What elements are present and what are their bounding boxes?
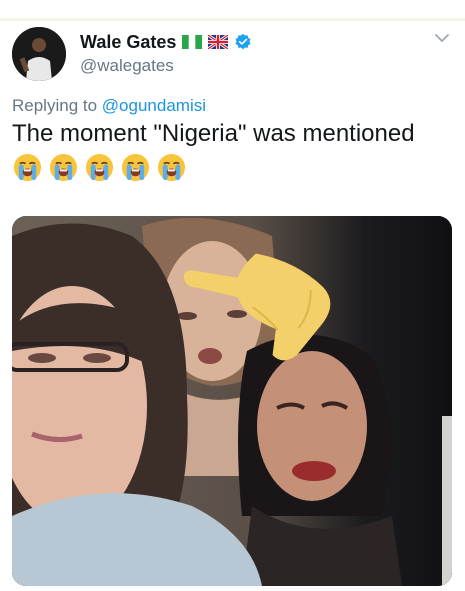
author-row: Wale Gates bbox=[80, 31, 252, 53]
loudly-crying-face-icon bbox=[157, 153, 186, 182]
loudly-crying-face-icon bbox=[85, 153, 114, 182]
replying-to-label: Replying to bbox=[12, 96, 98, 115]
nigeria-flag-icon bbox=[182, 35, 203, 49]
replying-to-mention-link[interactable]: @ogundamisi bbox=[102, 96, 206, 115]
uk-flag-icon bbox=[208, 35, 229, 49]
emoji-row bbox=[12, 152, 187, 183]
media-photo bbox=[12, 216, 452, 586]
username-handle[interactable]: @walegates bbox=[80, 56, 174, 76]
tweet-media-image[interactable] bbox=[12, 216, 452, 586]
chevron-down-icon[interactable] bbox=[433, 31, 451, 45]
display-name[interactable]: Wale Gates bbox=[80, 32, 176, 53]
avatar[interactable] bbox=[12, 27, 66, 81]
replying-to-line: Replying to @ogundamisi bbox=[12, 96, 206, 116]
tweet-text: The moment "Nigeria" was mentioned bbox=[12, 120, 415, 147]
top-divider bbox=[0, 18, 465, 21]
loudly-crying-face-icon bbox=[49, 153, 78, 182]
verified-badge-icon bbox=[235, 33, 251, 50]
loudly-crying-face-icon bbox=[121, 153, 150, 182]
avatar-photo bbox=[12, 27, 66, 81]
loudly-crying-face-icon bbox=[13, 153, 42, 182]
